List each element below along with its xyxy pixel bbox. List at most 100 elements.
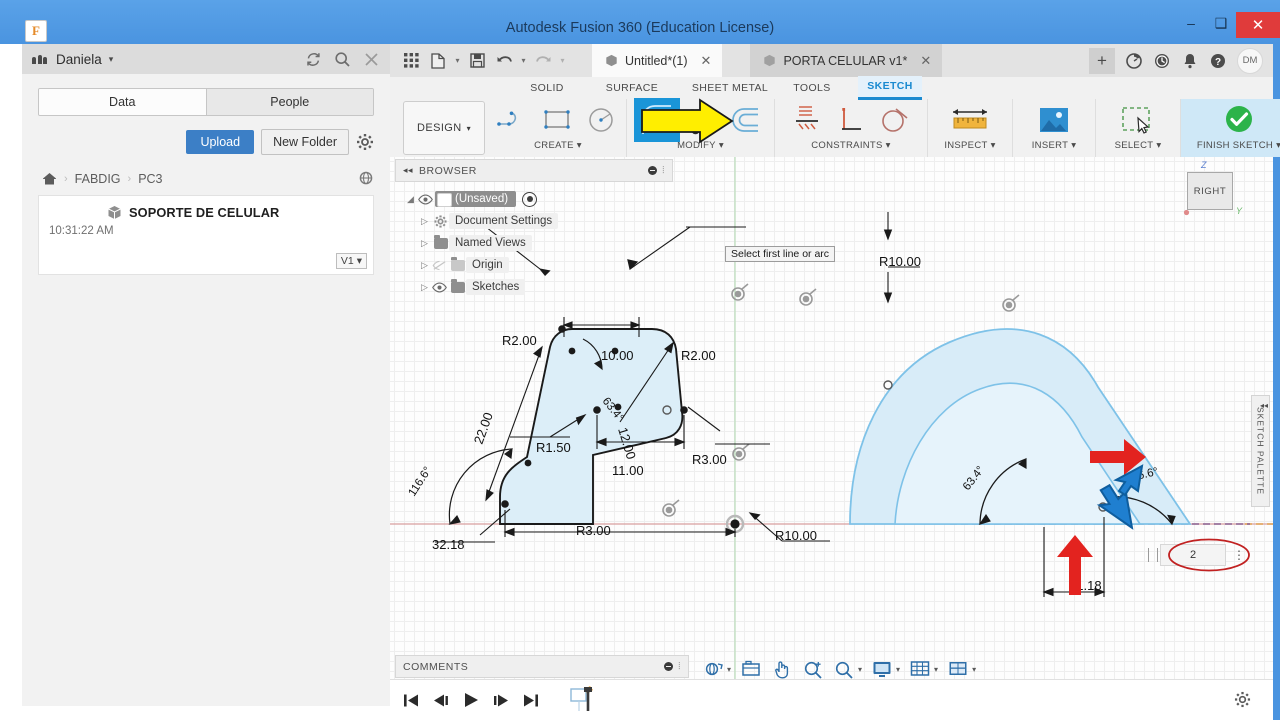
comments-grip[interactable]: ⦙: [678, 661, 681, 672]
rectangle-icon[interactable]: [538, 100, 578, 140]
comments-minus-icon[interactable]: [664, 662, 674, 671]
close-panel-icon[interactable]: [363, 51, 380, 68]
activate-component-radio[interactable]: [522, 191, 538, 207]
new-file-icon[interactable]: [426, 49, 450, 73]
tab-sketch[interactable]: SKETCH: [858, 75, 922, 100]
orbit-icon[interactable]: [702, 658, 724, 680]
eye-icon[interactable]: [432, 282, 449, 293]
app-grid-icon[interactable]: [399, 49, 423, 73]
notifications-icon[interactable]: [1181, 52, 1199, 70]
help-icon[interactable]: ?: [1209, 52, 1227, 70]
step-forward-icon[interactable]: [492, 693, 510, 708]
ribbon-group-label-modify[interactable]: MODIFY ▾: [677, 140, 724, 151]
collapse-icon[interactable]: ◂◂: [403, 165, 413, 176]
tree-node-named-views[interactable]: ▷ Named Views: [395, 232, 673, 254]
expand-triangle-icon[interactable]: ▷: [417, 216, 432, 227]
viewports-icon[interactable]: [947, 658, 969, 680]
undo-icon[interactable]: [492, 49, 516, 73]
fit-icon[interactable]: [833, 658, 855, 680]
design-workspace-button[interactable]: DESIGN ▾: [403, 101, 485, 155]
chevron-down-icon[interactable]: ▾: [896, 665, 900, 674]
expand-triangle-icon[interactable]: ▷: [417, 282, 432, 293]
expand-triangle-icon[interactable]: ▷: [417, 238, 432, 249]
tab-surface[interactable]: SURFACE: [593, 82, 671, 94]
marker-value[interactable]: 2: [1160, 544, 1226, 566]
tree-node-unsaved[interactable]: ◢ (Unsaved): [395, 188, 673, 210]
ribbon-group-label-constraints[interactable]: CONSTRAINTS ▾: [811, 140, 890, 151]
breadcrumb-item-fabdig[interactable]: FABDIG: [75, 172, 121, 186]
fillet-icon[interactable]: [633, 98, 680, 142]
eye-hidden-icon[interactable]: [432, 260, 449, 271]
chevron-down-icon[interactable]: ▾: [453, 49, 462, 73]
skip-first-icon[interactable]: [402, 693, 420, 708]
step-back-icon[interactable]: [432, 693, 450, 708]
play-icon[interactable]: [462, 692, 480, 708]
version-selector[interactable]: V1 ▾: [335, 253, 367, 269]
expand-triangle-icon[interactable]: ◢: [403, 194, 418, 205]
skip-last-icon[interactable]: [522, 693, 540, 708]
view-cube-face[interactable]: RIGHT: [1187, 172, 1233, 210]
line-icon[interactable]: [494, 100, 534, 140]
tree-node-origin[interactable]: ▷ Origin: [395, 254, 673, 276]
chevron-down-icon[interactable]: ▾: [727, 665, 731, 674]
display-settings-icon[interactable]: [871, 658, 893, 680]
pan-icon[interactable]: [771, 658, 793, 680]
more-options-icon[interactable]: ⋮: [1233, 549, 1245, 561]
file-card[interactable]: SOPORTE DE CELULAR 10:31:22 AM V1 ▾: [38, 195, 374, 275]
dimension-value-marker[interactable]: 2 ⋮: [1148, 544, 1245, 566]
new-folder-button[interactable]: New Folder: [261, 129, 349, 155]
gear-icon[interactable]: [356, 133, 374, 151]
comments-panel[interactable]: COMMENTS ⦙: [395, 655, 689, 678]
zoom-icon[interactable]: [802, 658, 824, 680]
redo-icon[interactable]: [531, 49, 555, 73]
new-tab-button[interactable]: +: [1089, 47, 1115, 74]
tab-tools[interactable]: TOOLS: [782, 82, 842, 94]
breadcrumb-item-pc3[interactable]: PC3: [138, 172, 162, 186]
sketch-palette-tab[interactable]: SKETCH PALETTE: [1251, 395, 1270, 507]
browser-minus-icon[interactable]: [648, 166, 658, 175]
job-status-icon[interactable]: [1125, 52, 1143, 70]
tab-data[interactable]: Data: [39, 89, 206, 115]
document-tab-porta-celular[interactable]: PORTA CELULAR v1* ✕: [750, 44, 943, 77]
close-button[interactable]: ✕: [1236, 12, 1280, 38]
close-icon[interactable]: ✕: [920, 53, 931, 69]
maximize-button[interactable]: ❑: [1206, 12, 1236, 34]
chevron-down-icon[interactable]: ▾: [858, 665, 862, 674]
tree-node-document-settings[interactable]: ▷ Document Settings: [395, 210, 673, 232]
view-cube[interactable]: Z RIGHT Y: [1183, 160, 1242, 216]
save-icon[interactable]: [465, 49, 489, 73]
chevron-down-icon[interactable]: ▾: [558, 49, 567, 73]
eye-icon[interactable]: [418, 194, 435, 205]
tab-solid[interactable]: SOLID: [517, 82, 577, 94]
tangent-icon[interactable]: [875, 100, 915, 140]
sketch-feature-icon[interactable]: [570, 685, 598, 715]
horizontal-vertical-icon[interactable]: [787, 100, 827, 140]
browser-grip[interactable]: ⦙: [662, 165, 665, 176]
document-tab-untitled[interactable]: Untitled*(1) ✕: [592, 44, 723, 77]
offset-icon[interactable]: [728, 100, 768, 140]
chevron-down-icon[interactable]: ▾: [972, 665, 976, 674]
chevron-down-icon[interactable]: ▾: [109, 54, 114, 65]
ribbon-group-label-create[interactable]: CREATE ▾: [534, 140, 582, 151]
gear-icon[interactable]: [1234, 691, 1251, 708]
marker-grip-icon[interactable]: [1148, 548, 1158, 562]
search-icon[interactable]: [334, 51, 351, 68]
tab-people[interactable]: People: [205, 89, 373, 115]
tree-node-sketches[interactable]: ▷ Sketches: [395, 276, 673, 298]
close-icon[interactable]: ✕: [701, 53, 712, 69]
sketch-palette-expand-icon[interactable]: ◂◂: [1260, 401, 1268, 410]
tab-sheet-metal[interactable]: SHEET METAL: [680, 82, 780, 94]
insert-image-icon[interactable]: [1031, 98, 1077, 142]
grid-snap-icon[interactable]: [909, 658, 931, 680]
trim-icon[interactable]: [684, 100, 724, 140]
circle-icon[interactable]: [582, 100, 622, 140]
sketch-canvas[interactable]: R2.00 10.00 R2.00 63.4° 12.00 22.00 R1.5…: [390, 157, 1273, 720]
home-icon[interactable]: [42, 172, 57, 185]
avatar[interactable]: DM: [1237, 47, 1263, 74]
measure-icon[interactable]: [947, 98, 993, 142]
upload-button[interactable]: Upload: [186, 130, 255, 154]
user-name[interactable]: Daniela: [56, 52, 102, 67]
chevron-down-icon[interactable]: ▾: [519, 49, 528, 73]
select-window-icon[interactable]: [1115, 98, 1161, 142]
look-at-icon[interactable]: [740, 658, 762, 680]
